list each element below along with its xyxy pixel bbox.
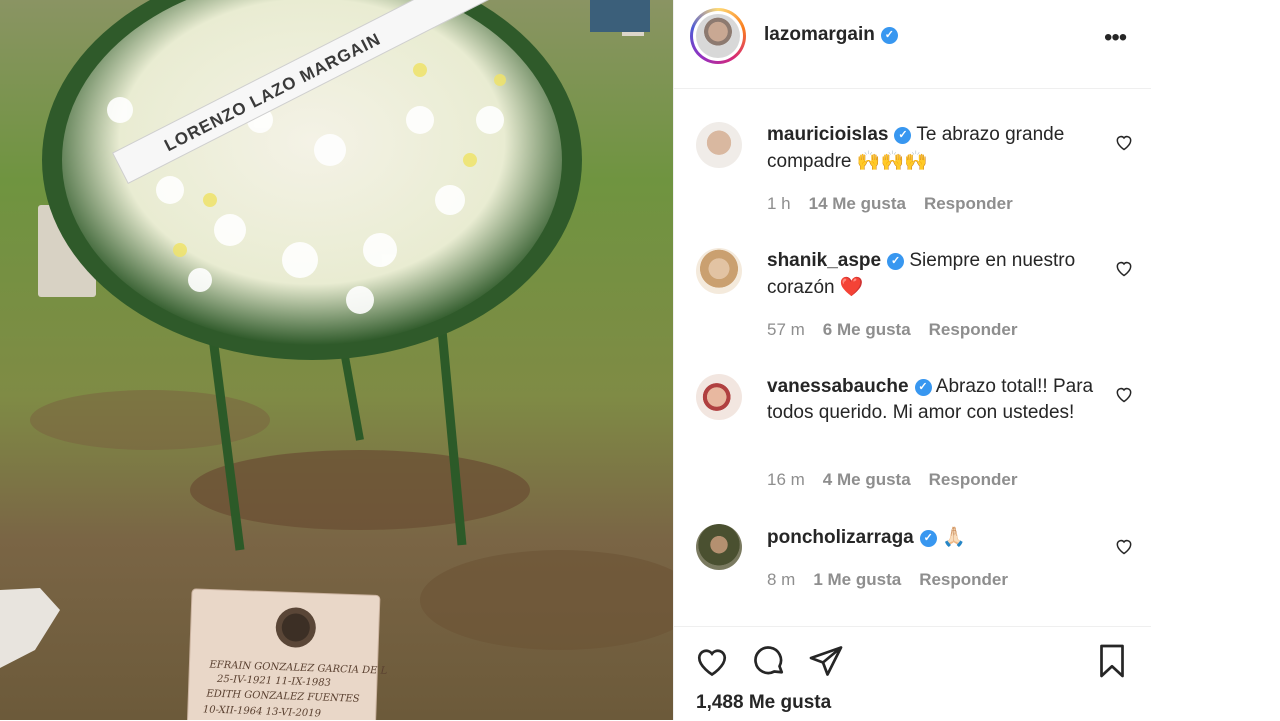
comment-like-heart-icon[interactable] xyxy=(1114,384,1134,404)
comment-likes[interactable]: 4 Me gusta xyxy=(823,470,911,489)
comment-emoji: 🙏🏻 xyxy=(942,526,966,548)
comment-emoji: 🙌🙌🙌 xyxy=(856,150,928,172)
comment-username[interactable]: poncholizarraga xyxy=(767,527,914,548)
more-horizontal-icon[interactable]: ••• xyxy=(1104,24,1127,52)
bookmark-icon[interactable] xyxy=(1094,643,1130,679)
comment-text-block: mauricioislas ✓ Te abrazo grande compadre… xyxy=(767,122,1097,175)
comment-like-heart-icon[interactable] xyxy=(1114,132,1134,152)
verified-badge-icon: ✓ xyxy=(919,530,937,547)
verified-badge-icon: ✓ xyxy=(880,27,898,44)
author-avatar[interactable] xyxy=(690,8,746,64)
comment-time[interactable]: 57 m xyxy=(767,320,805,339)
reply-button[interactable]: Responder xyxy=(929,320,1018,339)
comment-meta: 57 m 6 Me gusta Responder xyxy=(767,320,1035,340)
reply-button[interactable]: Responder xyxy=(924,194,1013,213)
heart-icon[interactable] xyxy=(694,643,730,679)
author-username-text[interactable]: lazomargain xyxy=(764,24,875,45)
comment-text-block: poncholizarraga ✓ 🙏🏻 xyxy=(767,524,1097,551)
comment-likes[interactable]: 14 Me gusta xyxy=(809,194,906,213)
right-gutter xyxy=(1151,0,1280,720)
post-side-panel: lazomargain ✓ ••• mauricioislas ✓ Te abraz… xyxy=(673,0,1152,720)
author-username[interactable]: lazomargain ✓ xyxy=(764,24,898,46)
verified-badge-icon: ✓ xyxy=(894,127,912,144)
comment-meta: 16 m 4 Me gusta Responder xyxy=(767,470,1035,490)
comment-avatar[interactable] xyxy=(696,122,742,168)
comment-text-block: vanessabauche ✓ Abrazo total!! Para todos… xyxy=(767,374,1097,426)
comment-time[interactable]: 1 h xyxy=(767,194,791,213)
comment-time[interactable]: 8 m xyxy=(767,570,795,589)
comment-avatar[interactable] xyxy=(696,374,742,420)
verified-badge-icon: ✓ xyxy=(914,379,932,396)
post-header: lazomargain ✓ ••• xyxy=(674,0,1152,89)
comment-emoji: ❤️ xyxy=(839,276,864,298)
reply-button[interactable]: Responder xyxy=(919,570,1008,589)
send-icon[interactable] xyxy=(808,643,844,679)
comment-text-block: shanik_aspe ✓ Siempre en nuestro corazón … xyxy=(767,248,1097,301)
comment-username[interactable]: shanik_aspe xyxy=(767,250,881,271)
reply-button[interactable]: Responder xyxy=(929,470,1018,489)
comment-likes[interactable]: 1 Me gusta xyxy=(813,570,901,589)
comment-username[interactable]: vanessabauche xyxy=(767,376,909,397)
comment-username[interactable]: mauricioislas xyxy=(767,124,888,145)
post-photo[interactable]: LORENZO LAZO MARGAIN EFRAIN GONZALEZ GAR… xyxy=(0,0,673,720)
comment-meta: 8 m 1 Me gusta Responder xyxy=(767,570,1026,590)
comment-avatar[interactable] xyxy=(696,524,742,570)
comment-like-heart-icon[interactable] xyxy=(1114,536,1134,556)
comment-icon[interactable] xyxy=(751,643,787,679)
likes-count[interactable]: 1,488 Me gusta xyxy=(696,692,831,714)
comment-time[interactable]: 16 m xyxy=(767,470,805,489)
comment-meta: 1 h 14 Me gusta Responder xyxy=(767,194,1031,214)
verified-badge-icon: ✓ xyxy=(887,253,905,270)
comment-like-heart-icon[interactable] xyxy=(1114,258,1134,278)
cemetery-wreath-image: LORENZO LAZO MARGAIN EFRAIN GONZALEZ GAR… xyxy=(0,0,673,720)
comment-avatar[interactable] xyxy=(696,248,742,294)
comment-likes[interactable]: 6 Me gusta xyxy=(823,320,911,339)
